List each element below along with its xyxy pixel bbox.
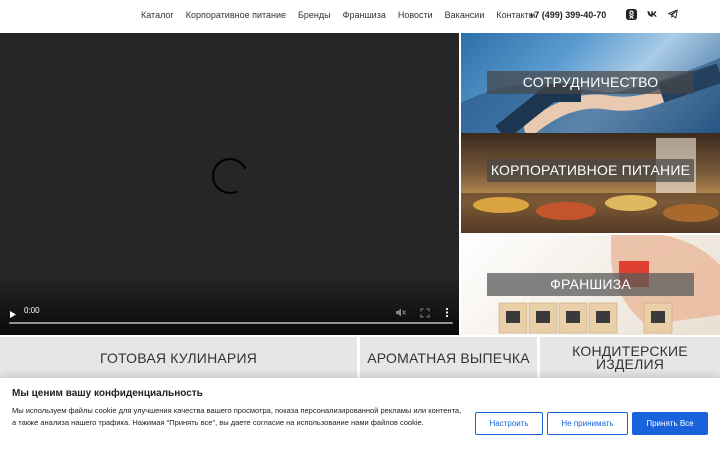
category-label: ГОТОВАЯ КУЛИНАРИЯ	[99, 349, 258, 366]
category-label: КОНДИТЕРСКИЕ ИЗДЕЛИЯ	[572, 343, 688, 372]
tile-corporate-food[interactable]: КОРПОРАТИВНОЕ ПИТАНИЕ	[461, 133, 720, 233]
main-nav: Каталог Корпоративное питание Бренды Фра…	[141, 0, 547, 30]
tile-cooperation[interactable]: СОТРУДНИЧЕСТВО	[461, 33, 720, 133]
telegram-icon[interactable]	[665, 6, 681, 22]
odnoklassniki-icon[interactable]	[623, 6, 639, 22]
category-label: АРОМАТНАЯ ВЫПЕЧКА	[367, 349, 530, 366]
nav-brands[interactable]: Бренды	[298, 10, 331, 20]
cookie-banner: Мы ценим вашу конфиденциальность Мы испо…	[0, 378, 720, 450]
nav-franchise[interactable]: Франшиза	[343, 10, 386, 20]
tile-label-franchise: ФРАНШИЗА	[487, 273, 694, 296]
cookie-customize-button[interactable]: Настроить	[475, 412, 543, 435]
cookie-title: Мы ценим вашу конфиденциальность	[12, 388, 203, 399]
tile-franchise[interactable]: ФРАНШИЗА	[461, 235, 720, 335]
nav-catalog[interactable]: Каталог	[141, 10, 174, 20]
phone-number[interactable]: +7 (499) 399-40-70	[529, 0, 606, 30]
nav-vacancies[interactable]: Вакансии	[445, 10, 485, 20]
category-ready-meals[interactable]: ГОТОВАЯ КУЛИНАРИЯ	[0, 337, 357, 379]
buffet-image	[461, 138, 720, 233]
mute-icon[interactable]	[395, 305, 406, 323]
nav-news[interactable]: Новости	[398, 10, 433, 20]
fullscreen-icon[interactable]	[420, 305, 430, 323]
vk-icon[interactable]	[644, 6, 660, 22]
cookie-text: Мы используем файлы cookie для улучшения…	[12, 406, 462, 427]
category-confectionery[interactable]: КОНДИТЕРСКИЕ ИЗДЕЛИЯ	[540, 337, 720, 379]
video-progress-bar[interactable]	[9, 322, 453, 324]
cookie-reject-button[interactable]: Не принимать	[547, 412, 628, 435]
video-time: 0:00	[24, 306, 40, 315]
tile-label-corporate-food: КОРПОРАТИВНОЕ ПИТАНИЕ	[487, 159, 694, 182]
nav-corporate-food[interactable]: Корпоративное питание	[186, 10, 286, 20]
more-options-icon[interactable]	[445, 305, 449, 323]
category-bakery[interactable]: АРОМАТНАЯ ВЫПЕЧКА	[360, 337, 537, 379]
tile-label-cooperation: СОТРУДНИЧЕСТВО	[487, 71, 694, 94]
video-controls-shade	[0, 275, 459, 335]
site-header: Каталог Корпоративное питание Бренды Фра…	[0, 0, 720, 30]
cookie-accept-button[interactable]: Принять Все	[632, 412, 708, 435]
